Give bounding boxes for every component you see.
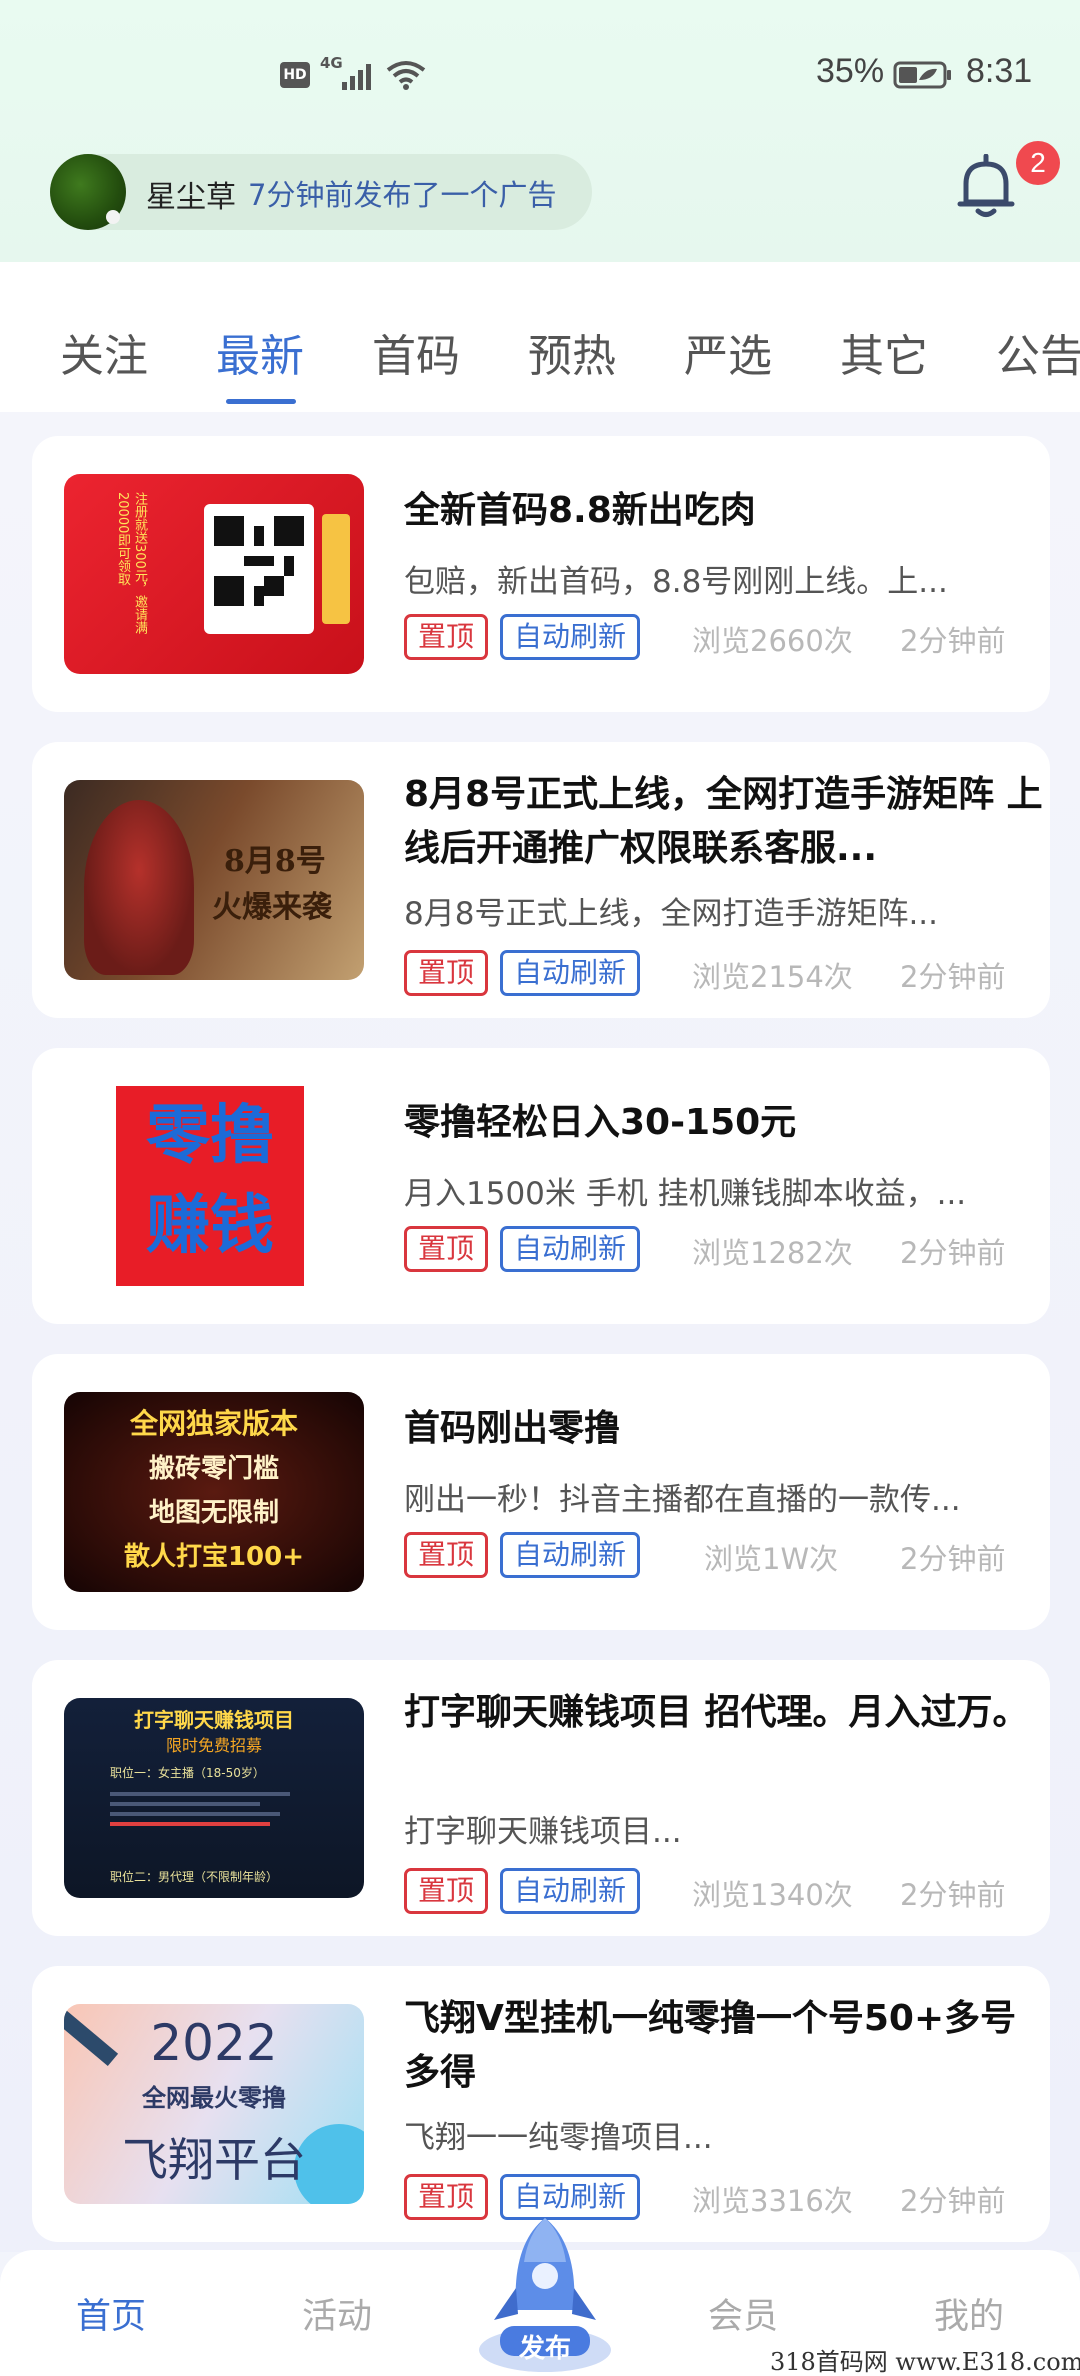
post-card[interactable]: 打字聊天赚钱项目 限时免费招募 职位一：女主播（18-50岁） 职位二：男代理（… bbox=[32, 1660, 1050, 1936]
thumbnail-banner: 零撸 赚钱 bbox=[116, 1086, 304, 1286]
post-title[interactable]: 零撸轻松日入30-150元 bbox=[404, 1096, 1044, 1150]
view-count: 浏览3316次 bbox=[692, 2184, 853, 2218]
tab-follow[interactable]: 关注 bbox=[60, 320, 148, 384]
character-art bbox=[84, 800, 194, 975]
notification-badge: 2 bbox=[1016, 141, 1060, 185]
activity-user: 星尘草 bbox=[146, 180, 236, 215]
post-thumbnail: 注册就送300元，邀请满20000即可领取 bbox=[64, 474, 364, 674]
post-thumbnail: 8月8号 火爆来袭 bbox=[64, 780, 364, 980]
pinned-tag: 置顶 bbox=[404, 950, 488, 996]
avatar[interactable] bbox=[50, 154, 126, 230]
tab-first-code[interactable]: 首码 bbox=[372, 320, 460, 384]
watermark: 318首码网 www.E318.com bbox=[770, 2348, 1080, 2376]
post-card[interactable]: 8月8号 火爆来袭 8月8号正式上线，全网打造手游矩阵 上线后开通推广权限联系客… bbox=[32, 742, 1050, 1018]
thumbnail-text: 2022 bbox=[150, 2014, 278, 2072]
post-card[interactable]: 全网独家版本 搬砖零门槛 地图无限制 散人打宝100+ 首码刚出零撸 刚出一秒！… bbox=[32, 1354, 1050, 1630]
post-description: 包赔，新出首码，8.8号刚刚上线。上... bbox=[404, 564, 948, 600]
header-area: HD 4G 35% 8:31 星尘草 7分钟前发布了一个广告 2 bbox=[0, 0, 1080, 262]
post-description: 8月8号正式上线，全网打造手游矩阵... bbox=[404, 896, 939, 932]
thumbnail-text: 职位二：男代理（不限制年龄） bbox=[110, 1870, 279, 1884]
post-title[interactable]: 全新首码8.8新出吃肉 bbox=[404, 484, 1044, 538]
view-count: 浏览1W次 bbox=[704, 1542, 839, 1576]
nav-home[interactable]: 首页 bbox=[76, 2288, 146, 2339]
thumbnail-text: 全网最火零撸 bbox=[142, 2084, 286, 2112]
post-thumbnail: 零撸 赚钱 bbox=[64, 1086, 364, 1286]
post-description: 飞翔一一纯零撸项目... bbox=[404, 2120, 713, 2156]
post-description: 月入1500米 手机 挂机赚钱脚本收益，... bbox=[404, 1176, 967, 1212]
post-title[interactable]: 打字聊天赚钱项目 招代理。月入过万。 bbox=[404, 1686, 1044, 1794]
thumbnail-text: 全网独家版本 bbox=[129, 1407, 298, 1440]
activity-text: 7分钟前发布了一个广告 bbox=[248, 178, 557, 212]
post-time: 2分钟前 bbox=[900, 1236, 1006, 1270]
pinned-tag: 置顶 bbox=[404, 1532, 488, 1578]
publish-label: 发布 bbox=[518, 2334, 571, 2364]
thumbnail-text: 注册就送300元，邀请满20000即可领取 bbox=[115, 492, 147, 634]
bell-icon[interactable] bbox=[956, 154, 1016, 220]
tab-notice[interactable]: 公告 bbox=[996, 320, 1080, 384]
clock: 8:31 bbox=[966, 52, 1033, 90]
view-count: 浏览1340次 bbox=[692, 1878, 853, 1912]
thumbnail-lines bbox=[110, 1786, 310, 1856]
ticket-stub bbox=[322, 514, 350, 624]
category-tabs: 关注 最新 首码 预热 严选 其它 公告 bbox=[0, 262, 1080, 412]
active-tab-indicator bbox=[226, 399, 296, 404]
thumbnail-text: 8月8号 bbox=[224, 844, 326, 879]
auto-refresh-tag: 自动刷新 bbox=[500, 1532, 640, 1578]
tab-selected[interactable]: 严选 bbox=[684, 320, 772, 384]
battery-percent: 35% bbox=[816, 52, 885, 90]
post-thumbnail: 2022 全网最火零撸 飞翔平台 bbox=[64, 2004, 364, 2204]
view-count: 浏览2660次 bbox=[692, 624, 853, 658]
auto-refresh-tag: 自动刷新 bbox=[500, 1868, 640, 1914]
nav-membership[interactable]: 会员 bbox=[708, 2288, 778, 2339]
post-time: 2分钟前 bbox=[900, 960, 1006, 994]
pinned-tag: 置顶 bbox=[404, 1868, 488, 1914]
view-count: 浏览1282次 bbox=[692, 1236, 853, 1270]
thumbnail-text: 打字聊天赚钱项目 bbox=[134, 1708, 294, 1732]
post-title[interactable]: 飞翔V型挂机一纯零撸一个号50+多号多得 bbox=[404, 1992, 1044, 2100]
thumbnail-text: 飞翔平台 bbox=[122, 2133, 306, 2187]
post-title[interactable]: 8月8号正式上线，全网打造手游矩阵 上线后开通推广权限联系客服... bbox=[404, 768, 1044, 876]
pinned-tag: 置顶 bbox=[404, 1226, 488, 1272]
publish-button[interactable]: 发布 bbox=[470, 2210, 620, 2376]
post-thumbnail: 全网独家版本 搬砖零门槛 地图无限制 散人打宝100+ bbox=[64, 1392, 364, 1592]
post-time: 2分钟前 bbox=[900, 1542, 1006, 1576]
view-count: 浏览2154次 bbox=[692, 960, 853, 994]
nav-activity[interactable]: 活动 bbox=[302, 2288, 372, 2339]
post-thumbnail: 打字聊天赚钱项目 限时免费招募 职位一：女主播（18-50岁） 职位二：男代理（… bbox=[64, 1698, 364, 1898]
post-description: 刚出一秒！抖音主播都在直播的一款传... bbox=[404, 1482, 961, 1518]
thumbnail-text: 散人打宝100+ bbox=[123, 1542, 305, 1572]
latest-activity-pill[interactable]: 星尘草 7分钟前发布了一个广告 bbox=[50, 154, 592, 230]
thumbnail-text: 限时免费招募 bbox=[165, 1736, 262, 1755]
nav-profile[interactable]: 我的 bbox=[934, 2288, 1004, 2339]
post-title[interactable]: 首码刚出零撸 bbox=[404, 1402, 1044, 1456]
thumbnail-text: 地图无限制 bbox=[148, 1498, 279, 1528]
signal-icon bbox=[342, 64, 371, 90]
thumbnail-text: 赚钱 bbox=[146, 1189, 274, 1263]
post-description: 打字聊天赚钱项目... bbox=[404, 1814, 682, 1850]
tab-other[interactable]: 其它 bbox=[840, 320, 928, 384]
pinned-tag: 置顶 bbox=[404, 614, 488, 660]
post-time: 2分钟前 bbox=[900, 2184, 1006, 2218]
status-bar: HD 4G 35% 8:31 bbox=[0, 48, 1080, 108]
hd-icon: HD bbox=[280, 62, 310, 88]
battery-icon bbox=[893, 61, 951, 89]
auto-refresh-tag: 自动刷新 bbox=[500, 614, 640, 660]
thumbnail-text: 职位一：女主播（18-50岁） bbox=[110, 1766, 265, 1780]
thumbnail-text: 火爆来袭 bbox=[212, 890, 332, 925]
post-time: 2分钟前 bbox=[900, 1878, 1006, 1912]
thumbnail-text: 搬砖零门槛 bbox=[148, 1454, 279, 1484]
wifi-icon bbox=[386, 61, 426, 90]
post-feed: 注册就送300元，邀请满20000即可领取 全新首码8.8新出吃肉 包赔，新出首… bbox=[0, 412, 1080, 2252]
post-card[interactable]: 零撸 赚钱 零撸轻松日入30-150元 月入1500米 手机 挂机赚钱脚本收益，… bbox=[32, 1048, 1050, 1324]
post-time: 2分钟前 bbox=[900, 624, 1006, 658]
thumbnail-text: 零撸 bbox=[146, 1099, 274, 1173]
auto-refresh-tag: 自动刷新 bbox=[500, 950, 640, 996]
qr-code-icon bbox=[204, 504, 314, 634]
post-card[interactable]: 2022 全网最火零撸 飞翔平台 飞翔V型挂机一纯零撸一个号50+多号多得 飞翔… bbox=[32, 1966, 1050, 2242]
tab-preheat[interactable]: 预热 bbox=[528, 320, 616, 384]
auto-refresh-tag: 自动刷新 bbox=[500, 1226, 640, 1272]
tab-latest[interactable]: 最新 bbox=[216, 320, 304, 384]
post-card[interactable]: 注册就送300元，邀请满20000即可领取 全新首码8.8新出吃肉 包赔，新出首… bbox=[32, 436, 1050, 712]
